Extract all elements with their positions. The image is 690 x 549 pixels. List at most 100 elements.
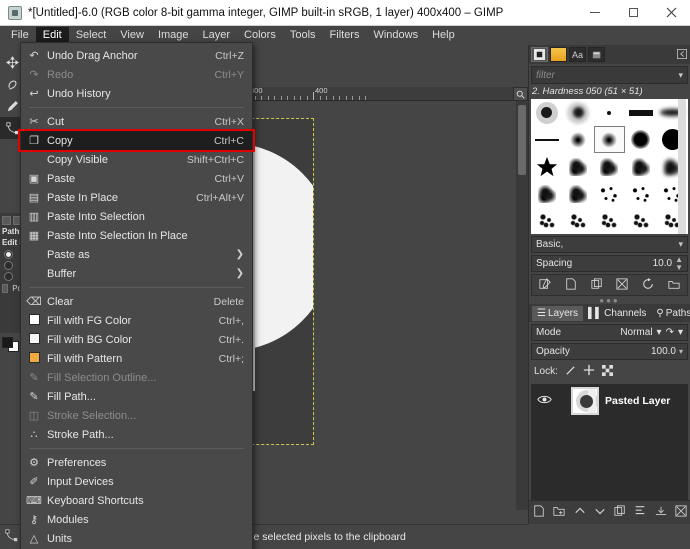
menu-item-buffer[interactable]: Buffer❯ (21, 264, 252, 283)
brush-cell-splat2[interactable] (594, 153, 625, 180)
brush-cell-noise1[interactable] (531, 207, 562, 234)
menu-item-paste-in-place[interactable]: ▤Paste In PlaceCtrl+Alt+V (21, 188, 252, 207)
tool-preset-icon[interactable] (2, 216, 11, 225)
menu-item-paste-as[interactable]: Paste as❯ (21, 245, 252, 264)
menu-item-undo-history[interactable]: ↩Undo History (21, 84, 252, 103)
menu-item-paste-into-selection-in-place[interactable]: ▦Paste Into Selection In Place (21, 226, 252, 245)
menu-item-paste-into-selection[interactable]: ▥Paste Into Selection (21, 207, 252, 226)
minimize-button[interactable] (576, 0, 614, 26)
new-brush-icon[interactable] (565, 278, 577, 293)
spacing-slider[interactable]: Spacing 10.0 ▲▼ (531, 255, 688, 272)
layer-mode-row[interactable]: Mode Normal ▾ ↷ ▾ (531, 324, 688, 341)
menubar-item-filters[interactable]: Filters (323, 27, 367, 45)
anchor-layer-icon[interactable] (634, 505, 646, 520)
layers-tab[interactable]: ☰ Layers (532, 306, 583, 321)
menu-item-fill-with-pattern[interactable]: Fill with PatternCtrl+; (21, 349, 252, 368)
mode-options-icon[interactable]: ▾ (678, 327, 683, 338)
menu-item-preferences[interactable]: ⚙Preferences (21, 453, 252, 472)
brush-cell-ring-soft[interactable] (562, 99, 593, 126)
scrollbar-thumb[interactable] (518, 105, 526, 175)
delete-layer-icon[interactable] (675, 505, 687, 520)
edit-menu-popup[interactable]: ↶Undo Drag AnchorCtrl+Z↷RedoCtrl+Y↩Undo … (20, 42, 253, 549)
menu-item-stroke-path[interactable]: ∴Stroke Path... (21, 425, 252, 444)
menu-item-fill-with-bg-color[interactable]: Fill with BG ColorCtrl+. (21, 330, 252, 349)
raise-layer-icon[interactable] (574, 505, 586, 520)
layer-row[interactable]: Pasted Layer (531, 384, 688, 418)
brush-cell-blob-soft[interactable] (562, 126, 593, 153)
opacity-slider[interactable]: Opacity 100.0 ▾ (531, 343, 688, 360)
brush-filter-input[interactable]: filter (532, 70, 555, 81)
lock-position-icon[interactable] (583, 364, 595, 379)
brush-tag-selector[interactable]: Basic, ▾ (531, 236, 688, 253)
brush-cell-noise3[interactable] (594, 207, 625, 234)
edit-brush-icon[interactable] (539, 278, 551, 293)
maximize-button[interactable] (614, 0, 652, 26)
brush-cell-dot-tiny[interactable] (594, 99, 625, 126)
menu-item-modules[interactable]: ⚷Modules (21, 510, 252, 529)
lower-layer-icon[interactable] (594, 505, 606, 520)
paths-tab[interactable]: ⚲ Paths (651, 306, 690, 321)
zoom-navigation-button[interactable] (513, 87, 528, 101)
layer-list[interactable]: Pasted Layer (531, 384, 688, 504)
menu-item-input-devices[interactable]: ✐Input Devices (21, 472, 252, 491)
edit-mode-design-radio[interactable] (4, 250, 13, 259)
lock-alpha-icon[interactable] (602, 365, 613, 379)
mode-dropdown-icon[interactable]: ▾ (657, 327, 662, 338)
brush-tag-dropdown-icon[interactable]: ▾ (678, 239, 687, 250)
opacity-spinner-icon[interactable]: ▾ (679, 348, 683, 356)
brush-cell-blob-dark[interactable] (625, 126, 656, 153)
polygonal-checkbox[interactable] (2, 284, 8, 293)
fg-bg-color-swatches[interactable] (2, 337, 22, 353)
brush-grid-scrollbar[interactable] (678, 99, 686, 234)
patterns-tab[interactable] (550, 47, 567, 62)
menu-item-keyboard-shortcuts[interactable]: ⌨Keyboard Shortcuts (21, 491, 252, 510)
brush-cell-blob-soft-sel[interactable] (594, 126, 625, 153)
brushes-tab[interactable] (531, 47, 548, 62)
close-button[interactable] (652, 0, 690, 26)
menubar-item-help[interactable]: Help (425, 27, 462, 45)
brush-cell-ring-hard[interactable] (531, 99, 562, 126)
layer-name[interactable]: Pasted Layer (605, 395, 670, 407)
brush-cell-splat3[interactable] (625, 153, 656, 180)
brush-cell-noise4[interactable] (625, 207, 656, 234)
brush-cell-speckle1[interactable] (594, 180, 625, 207)
brushes-menu-button[interactable] (677, 49, 687, 61)
brush-cell-star[interactable] (531, 153, 562, 180)
menu-item-paste[interactable]: ▣PasteCtrl+V (21, 169, 252, 188)
delete-brush-icon[interactable] (616, 278, 628, 293)
menu-item-copy[interactable]: ❐CopyCtrl+C (21, 131, 252, 150)
brush-cell-grunge2[interactable] (562, 180, 593, 207)
brush-filter-bar[interactable]: filter ▾ (531, 66, 688, 84)
brush-grid[interactable] (531, 99, 688, 234)
menu-item-units[interactable]: △Units (21, 529, 252, 548)
edit-mode-move-radio[interactable] (4, 272, 13, 281)
brush-cell-noise2[interactable] (562, 207, 593, 234)
spacing-value[interactable]: 10.0 (653, 258, 672, 269)
layer-visibility-icon[interactable] (535, 394, 553, 408)
brush-cell-bar-hard[interactable] (625, 99, 656, 126)
foreground-color-swatch[interactable] (2, 337, 13, 348)
menu-item-undo-drag-anchor[interactable]: ↶Undo Drag AnchorCtrl+Z (21, 46, 252, 65)
brush-cell-grunge1[interactable] (531, 180, 562, 207)
duplicate-layer-icon[interactable] (614, 505, 626, 520)
menubar-item-windows[interactable]: Windows (366, 27, 425, 45)
merge-down-icon[interactable] (655, 505, 667, 520)
lock-pixels-icon[interactable] (565, 365, 576, 379)
spacing-spinner-icon[interactable]: ▲▼ (675, 256, 683, 272)
open-brush-folder-icon[interactable] (668, 278, 680, 293)
menu-item-fill-path[interactable]: ✎Fill Path... (21, 387, 252, 406)
menu-item-cut[interactable]: ✂CutCtrl+X (21, 112, 252, 131)
menu-item-fill-with-fg-color[interactable]: Fill with FG ColorCtrl+, (21, 311, 252, 330)
new-layer-icon[interactable] (533, 505, 545, 520)
mode-reset-icon[interactable]: ↷ (666, 327, 674, 338)
new-layer-group-icon[interactable] (553, 505, 565, 520)
opacity-value[interactable]: 100.0 (651, 346, 676, 357)
dock-grip-handle[interactable]: ●●● (529, 296, 690, 304)
fonts-tab[interactable]: Aa (569, 47, 586, 62)
menu-item-copy-visible[interactable]: Copy VisibleShift+Ctrl+C (21, 150, 252, 169)
documents-tab[interactable] (588, 47, 605, 62)
edit-mode-edit-radio[interactable] (4, 261, 13, 270)
channels-tab[interactable]: ▌▌ Channels (583, 306, 651, 321)
refresh-brushes-icon[interactable] (642, 278, 654, 293)
mode-value[interactable]: Normal (620, 327, 652, 338)
